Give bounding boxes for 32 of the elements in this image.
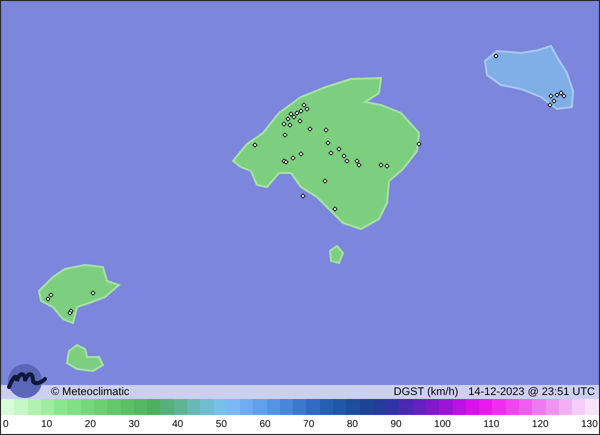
station-marker <box>298 151 304 157</box>
scale-label: 70 <box>303 419 314 430</box>
scale-label: 130 <box>581 419 598 430</box>
scale-label: 30 <box>128 419 140 430</box>
station-marker <box>282 132 288 138</box>
timestamp-text: 14-12-2023 @ 23:51 UTC <box>468 386 595 398</box>
scale-label: 120 <box>532 419 549 430</box>
scale-label: 20 <box>84 419 96 430</box>
station-marker <box>493 53 499 59</box>
station-marker <box>325 140 331 146</box>
scale-label: 10 <box>41 419 52 430</box>
station-marker <box>307 126 313 132</box>
scale-label: 40 <box>172 419 184 430</box>
station-marker <box>252 142 258 148</box>
scale-label: 90 <box>390 419 402 430</box>
scale-label: 50 <box>216 419 227 430</box>
cabrera-island <box>328 244 344 264</box>
credit-text: © Meteoclimatic <box>51 386 130 398</box>
station-marker <box>322 178 328 184</box>
station-marker <box>328 150 334 156</box>
station-marker <box>416 141 422 147</box>
station-marker <box>332 206 338 212</box>
scale-label: 100 <box>434 419 451 430</box>
station-marker <box>323 127 329 133</box>
scale-label: 0 <box>3 419 9 430</box>
variable-label: DGST (km/h) <box>394 386 458 398</box>
scale-label: 80 <box>346 419 358 430</box>
station-marker <box>90 290 96 296</box>
formentera-island <box>66 344 104 372</box>
station-marker <box>300 193 306 199</box>
scale-label: 60 <box>259 419 271 430</box>
scale-label: 110 <box>483 419 500 430</box>
